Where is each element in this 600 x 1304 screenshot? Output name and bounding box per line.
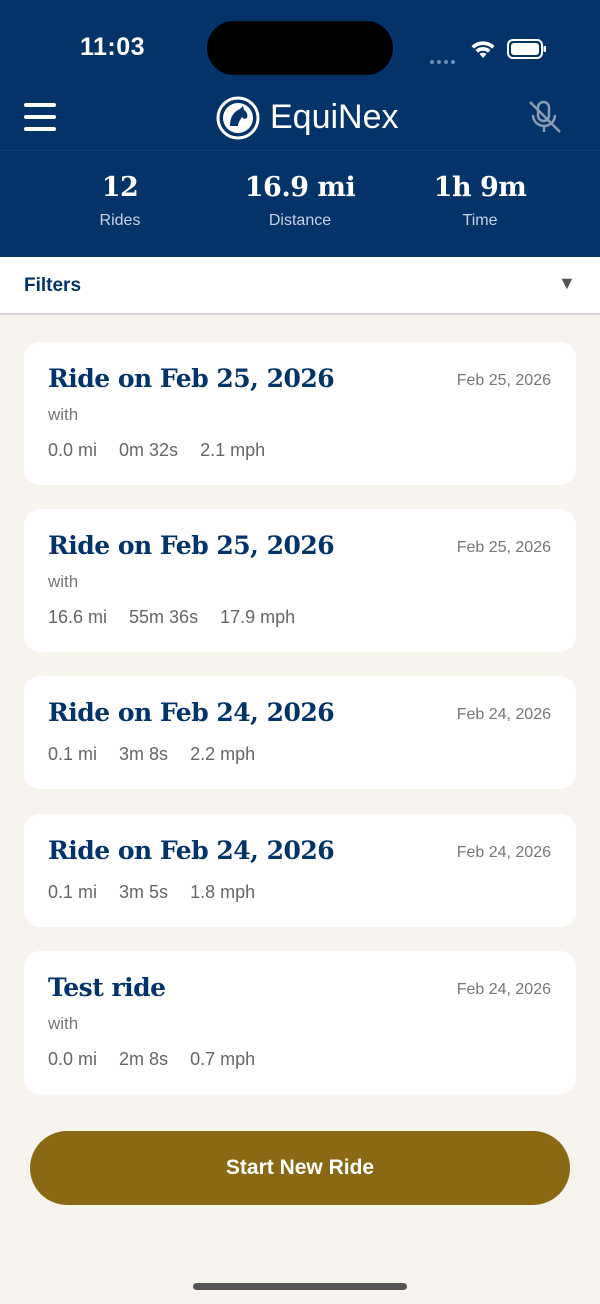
stat-distance: 16.9 mi Distance [220,172,380,230]
ride-speed: 2.2 mph [190,744,256,764]
ride-date: Feb 25, 2026 [456,539,551,556]
ride-distance: 0.0 mi [48,440,98,460]
ride-distance: 0.1 mi [48,882,98,902]
ride-title: Ride on Feb 25, 2026 [48,364,335,393]
status-time: 11:03 [80,33,146,61]
ride-stats: 0.0 mi 2m 8s 0.7 mph [48,1049,277,1070]
ride-card[interactable]: Ride on Feb 24, 2026 Feb 24, 2026 0.1 mi… [24,814,576,927]
ride-date: Feb 24, 2026 [456,981,551,998]
ride-duration: 3m 8s [119,744,169,764]
triangle-down-icon[interactable]: ▼ [558,273,576,294]
menu-button[interactable] [24,103,56,131]
hamburger-menu-icon [24,103,56,107]
ride-with: with [48,405,79,424]
ride-card[interactable]: Ride on Feb 24, 2026 Feb 24, 2026 0.1 mi… [24,676,576,789]
stat-rides-value: 12 [101,172,139,203]
ride-stats: 16.6 mi 55m 36s 17.9 mph [48,607,317,628]
home-indicator[interactable] [193,1283,407,1290]
ride-speed: 1.8 mph [190,882,256,902]
ride-card[interactable]: Ride on Feb 25, 2026 Feb 25, 2026 with 0… [24,342,576,485]
horse-head-logo-icon [216,96,260,140]
ride-title: Ride on Feb 25, 2026 [48,531,335,560]
cellular-signal-icon [430,51,458,69]
ride-duration: 3m 5s [119,882,169,902]
ride-speed: 0.7 mph [190,1049,256,1069]
stat-time-label: Time [462,212,498,229]
ride-distance: 0.1 mi [48,744,98,764]
filters-label: Filters [24,275,82,296]
ride-date: Feb 25, 2026 [456,372,551,389]
app-title: EquiNex [270,98,399,136]
header-divider [0,150,600,151]
wifi-icon [471,41,495,58]
ride-title: Ride on Feb 24, 2026 [48,698,335,727]
ride-with: with [48,1014,79,1033]
battery-icon [507,39,546,59]
stat-time: 1h 9m Time [400,172,560,230]
ride-date: Feb 24, 2026 [456,706,551,723]
stat-rides-label: Rides [99,212,141,229]
ride-duration: 2m 8s [119,1049,169,1069]
ride-title: Test ride [48,973,166,1002]
ride-stats: 0.1 mi 3m 5s 1.8 mph [48,882,277,903]
ride-speed: 2.1 mph [200,440,266,460]
filters-bar[interactable]: Filters ▼ [0,257,600,315]
ride-with: with [48,572,79,591]
ride-stats: 0.1 mi 3m 8s 2.2 mph [48,744,277,765]
app-header: 11:03 EquiNex 12 Rides 16.9 mi Distance … [0,0,600,257]
mic-off-icon[interactable] [524,99,564,135]
ride-distance: 16.6 mi [48,607,108,627]
start-new-ride-button[interactable]: Start New Ride [30,1131,570,1205]
ride-duration: 0m 32s [119,440,179,460]
ride-stats: 0.0 mi 0m 32s 2.1 mph [48,440,287,461]
ride-card[interactable]: Test ride Feb 24, 2026 with 0.0 mi 2m 8s 0… [24,951,576,1094]
stat-distance-label: Distance [268,212,332,229]
ride-card[interactable]: Ride on Feb 25, 2026 Feb 25, 2026 with 1… [24,509,576,652]
ride-date: Feb 24, 2026 [456,844,551,861]
ride-title: Ride on Feb 24, 2026 [48,836,335,865]
stat-distance-value: 16.9 mi [244,172,356,203]
ride-speed: 17.9 mph [220,607,296,627]
stat-time-value: 1h 9m [433,172,527,203]
ride-distance: 0.0 mi [48,1049,98,1069]
ride-duration: 55m 36s [129,607,199,627]
stat-rides: 12 Rides [40,172,200,230]
dynamic-island [207,21,393,75]
